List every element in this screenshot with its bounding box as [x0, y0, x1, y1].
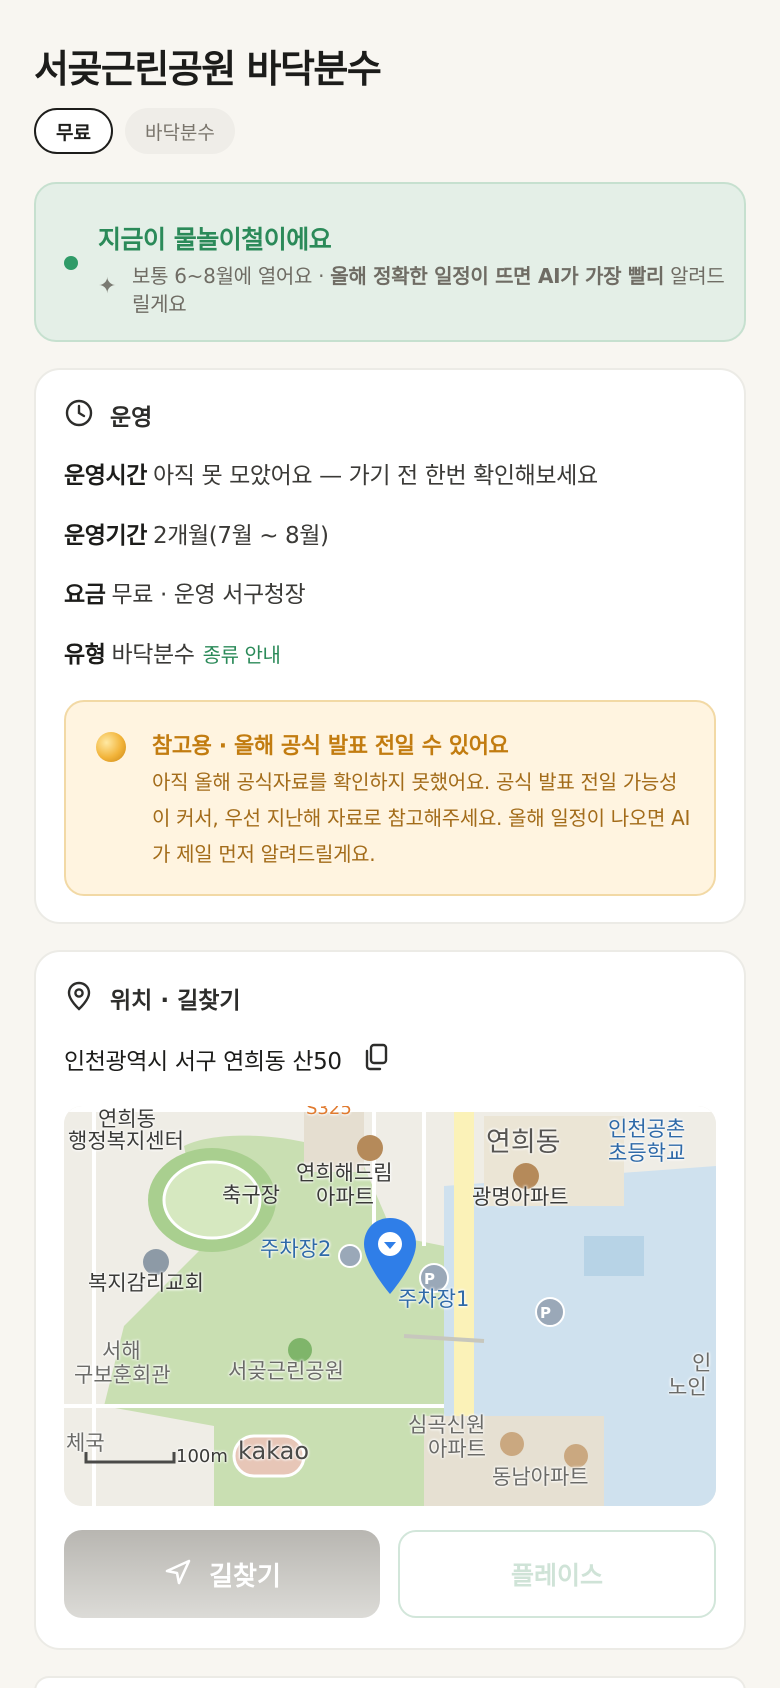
- parking-icon: P: [424, 1270, 435, 1288]
- route-button[interactable]: 길찾기: [64, 1530, 380, 1618]
- type-guide-link[interactable]: 종류 안내: [203, 643, 281, 667]
- map-label: 심곡신원: [408, 1413, 486, 1437]
- map-label: 주차장2: [260, 1237, 332, 1261]
- season-description: 보통 6~8월에 열어요 · 올해 정확한 일정이 뜨면 AI가 가장 빨리 알…: [132, 262, 732, 318]
- tag-category[interactable]: 바닥분수: [124, 108, 235, 154]
- map-label: 아파트: [428, 1437, 486, 1461]
- parking-icon: P: [540, 1304, 551, 1322]
- operation-card: 운영 운영시간 아직 못 모았어요 — 가기 전 한번 확인해보세요 운영기간 2개…: [34, 368, 746, 924]
- clock-icon: [64, 398, 94, 432]
- map-label: 구보훈회관: [74, 1363, 171, 1387]
- operation-header: 운영: [64, 398, 152, 432]
- place-button-label: 플레이스: [510, 1561, 603, 1590]
- map-label: 아파트: [316, 1185, 374, 1209]
- hours-row: 운영시간 아직 못 모았어요 — 가기 전 한번 확인해보세요: [64, 456, 598, 490]
- season-title: 지금이 물놀이철이에요: [98, 225, 332, 254]
- map-label: 서곶근린공원: [228, 1359, 344, 1383]
- page: 서곶근린공원 바닥분수 무료 바닥분수 지금이 물놀이철이에요 ✦ 보통 6~8…: [0, 0, 780, 1688]
- map-label: 인: [692, 1351, 712, 1375]
- map-label: 연희동: [486, 1127, 561, 1158]
- copy-icon[interactable]: [362, 1042, 390, 1076]
- type-value: 바닥분수: [111, 642, 195, 668]
- season-banner: 지금이 물놀이철이에요 ✦ 보통 6~8월에 열어요 · 올해 정확한 일정이 …: [34, 182, 746, 342]
- road-code: S325: [306, 1106, 352, 1119]
- map-pin-icon: [64, 980, 94, 1016]
- map-brand-logo: kakao: [238, 1437, 310, 1465]
- location-heading: 위치 · 길찾기: [110, 988, 241, 1014]
- page-title: 서곶근린공원 바닥분수: [34, 47, 382, 91]
- tag-free[interactable]: 무료: [34, 108, 113, 154]
- map-label: 축구장: [222, 1183, 280, 1207]
- map-label: 연희해드림: [296, 1161, 393, 1185]
- operation-heading: 운영: [110, 405, 153, 431]
- hours-value: 아직 못 모았어요 — 가기 전 한번 확인해보세요: [153, 463, 598, 489]
- location-card: 위치 · 길찾기 인천광역시 서구 연희동 산50 연희동 행정복지센터 축구장…: [34, 950, 746, 1650]
- map-label: 광명아파트: [472, 1185, 569, 1209]
- notice-body: 아직 올해 공식자료를 확인하지 못했어요. 공식 발표 전일 가능성이 커서,…: [152, 770, 691, 866]
- sparkle-icon: ✦: [98, 274, 117, 299]
- map-label: 노인: [668, 1375, 707, 1399]
- period-key: 운영기간: [64, 523, 148, 549]
- type-key: 유형: [64, 642, 106, 668]
- period-value: 2개월(7월 ~ 8월): [153, 523, 329, 549]
- place-button[interactable]: 플레이스: [398, 1530, 716, 1618]
- fee-key: 요금: [64, 582, 106, 608]
- coin-icon: [96, 732, 126, 762]
- notice-title: 참고용 · 올해 공식 발표 전일 수 있어요: [152, 734, 509, 759]
- type-row: 유형 바닥분수 종류 안내: [64, 635, 281, 669]
- hours-key: 운영시간: [64, 463, 148, 489]
- tag-list: 무료 바닥분수: [34, 108, 235, 154]
- fee-value: 무료 · 운영 서구청장: [111, 582, 306, 608]
- map-label: 체국: [66, 1431, 105, 1455]
- reference-notice: 참고용 · 올해 공식 발표 전일 수 있어요 아직 올해 공식자료를 확인하지…: [64, 700, 716, 896]
- next-card-edge: [34, 1676, 746, 1688]
- season-desc-bold: 올해 정확한 일정이 뜨면 AI가 가장 빨리: [330, 264, 665, 288]
- address-row: 인천광역시 서구 연희동 산50: [64, 1042, 390, 1076]
- fee-row: 요금 무료 · 운영 서구청장: [64, 575, 306, 609]
- location-header: 위치 · 길찾기: [64, 980, 241, 1016]
- map-label: 초등학교: [608, 1141, 686, 1165]
- season-desc-prefix: 보통 6~8월에 열어요 ·: [132, 264, 331, 288]
- map-label: 동남아파트: [492, 1465, 589, 1489]
- status-dot-icon: [64, 256, 78, 270]
- map-view[interactable]: 연희동 행정복지센터 축구장 연희해드림 아파트 연희동 광명아파트 인천공촌 …: [64, 1106, 716, 1506]
- navigation-arrow-icon: [163, 1557, 193, 1591]
- map-label: 서해: [102, 1339, 141, 1363]
- period-row: 운영기간 2개월(7월 ~ 8월): [64, 516, 329, 550]
- map-label: 행정복지센터: [68, 1129, 184, 1153]
- address-text: 인천광역시 서구 연희동 산50: [64, 1049, 342, 1075]
- map-scale: 100m: [176, 1446, 228, 1467]
- map-label: 복지감리교회: [88, 1271, 204, 1295]
- route-button-label: 길찾기: [209, 1561, 281, 1592]
- map-label: 인천공촌: [608, 1117, 686, 1141]
